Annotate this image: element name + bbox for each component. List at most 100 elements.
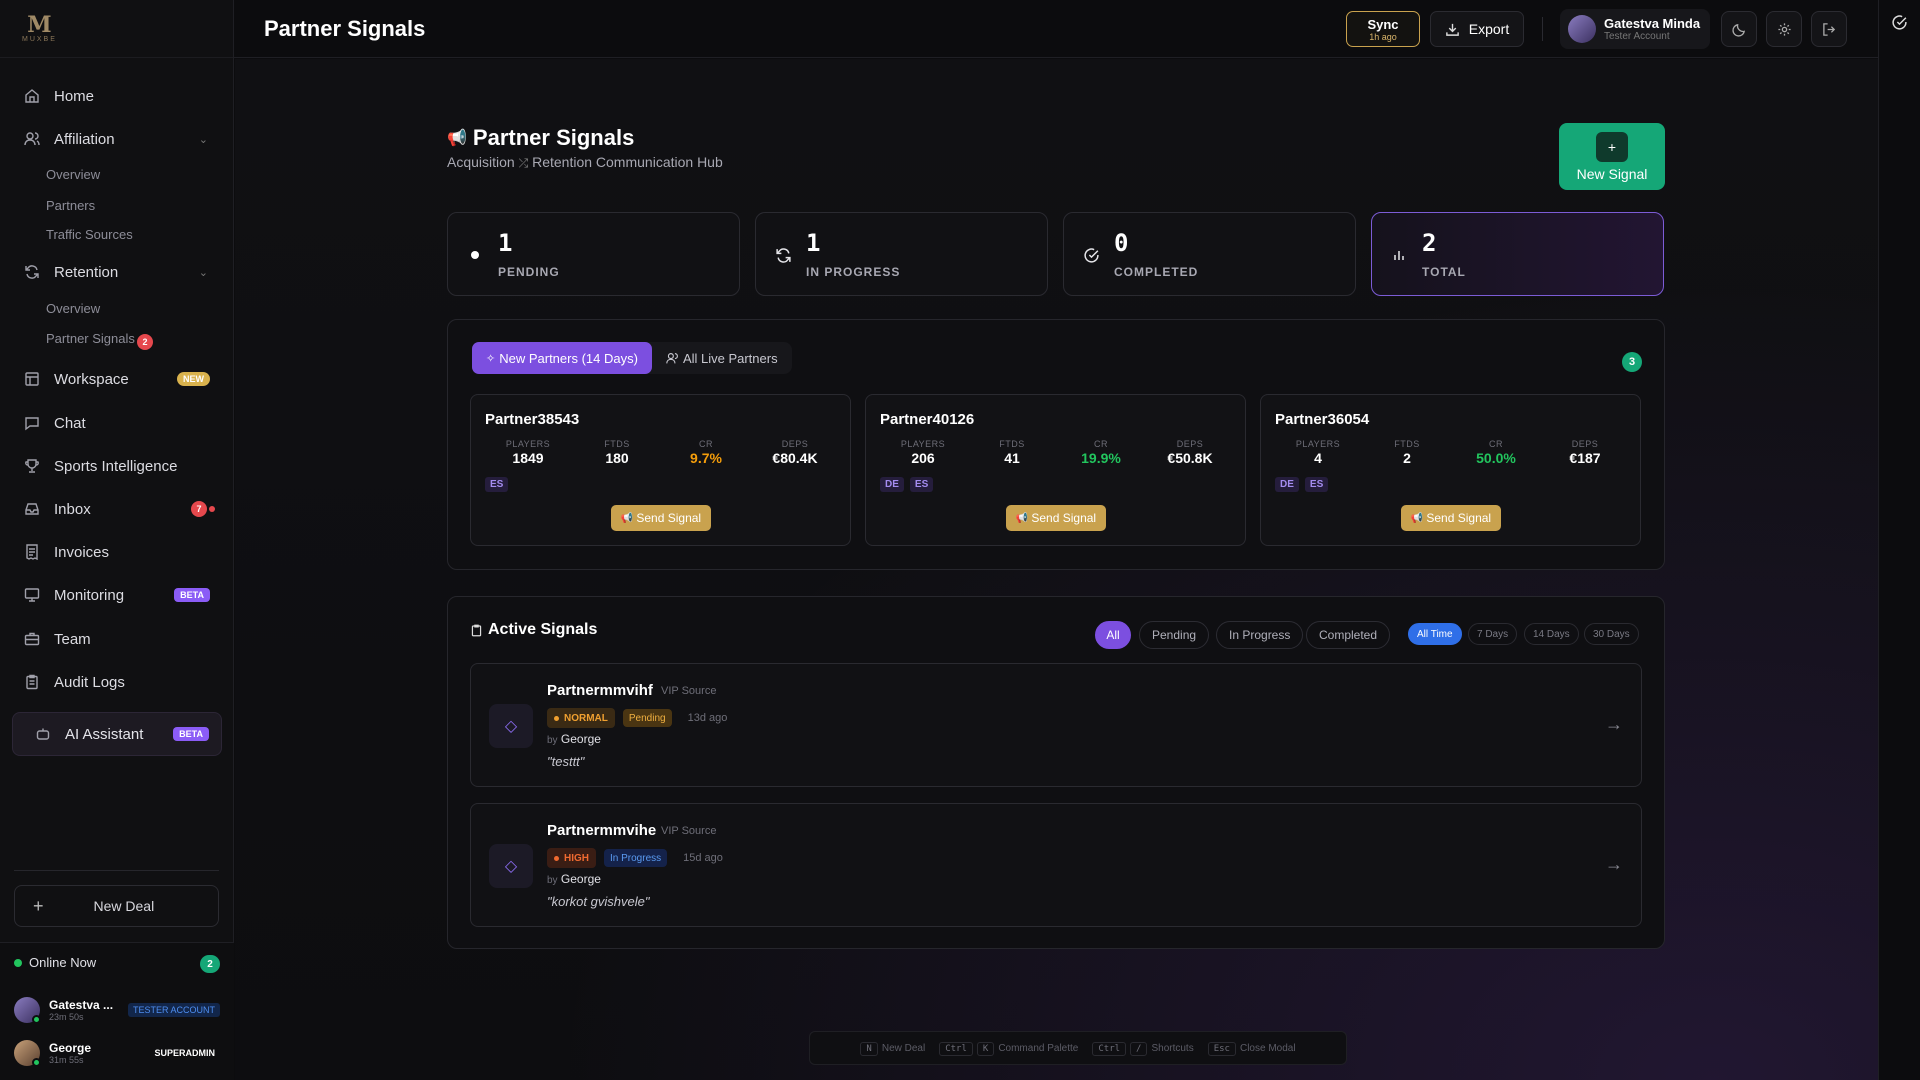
stat-value: 1 xyxy=(806,229,821,257)
filter-in-progress[interactable]: In Progress xyxy=(1216,621,1304,649)
shortcut-new-deal: N New Deal xyxy=(860,1041,925,1056)
sync-label: Sync xyxy=(1367,16,1399,32)
metric-cr: CR 19.9% xyxy=(1061,439,1141,466)
online-user-row[interactable]: George 31m 55s SUPERADMIN xyxy=(14,1040,220,1067)
gear-icon xyxy=(1777,22,1792,37)
metric-value: €50.8K xyxy=(1167,450,1213,466)
tab-all-live-partners[interactable]: All Live Partners xyxy=(652,342,792,374)
active-signals-panel: Active Signals All Pending In Progress C… xyxy=(447,596,1665,949)
online-user-row[interactable]: Gatestva ... 23m 50s TESTER ACCOUNT xyxy=(14,997,220,1024)
signal-author: by George xyxy=(547,732,601,746)
megaphone-icon: 📢 xyxy=(1015,512,1029,524)
filter-pending[interactable]: Pending xyxy=(1139,621,1210,649)
settings-button[interactable] xyxy=(1766,11,1802,47)
sidebar-sub-retention-overview[interactable]: Overview xyxy=(46,301,100,316)
logo-mark-icon: M xyxy=(27,12,52,38)
sidebar-item-retention[interactable]: Retention ⌄ xyxy=(12,254,222,290)
sidebar-item-team[interactable]: Team xyxy=(12,621,222,657)
divider xyxy=(14,870,219,871)
signal-row[interactable]: ◇ Partnermmvihf VIP Source NORMAL Pendin… xyxy=(470,663,1642,787)
sidebar-item-invoices[interactable]: Invoices xyxy=(12,534,222,570)
role-badge: TESTER ACCOUNT xyxy=(127,1003,220,1017)
tab-label: New Partners (14 Days) xyxy=(499,350,638,366)
signal-age: 13d ago xyxy=(687,712,728,724)
sidebar-item-workspace[interactable]: Workspace NEW xyxy=(12,361,222,397)
user-name: Gatestva Minda xyxy=(1604,16,1701,31)
refresh-icon xyxy=(24,264,40,280)
metric-label: PLAYERS xyxy=(1295,439,1341,449)
filter-completed[interactable]: Completed xyxy=(1306,621,1391,649)
signal-partner-name: Partnermmvihe xyxy=(547,822,657,839)
sidebar-item-affiliation[interactable]: Affiliation ⌄ xyxy=(12,121,222,157)
partner-card[interactable]: Partner36054 PLAYERS 4 FTDS 2 CR 50.0% DEPS… xyxy=(1260,394,1641,546)
sidebar-item-ai-assistant[interactable]: AI Assistant BETA xyxy=(12,712,222,756)
sidebar-sub-partner-signals[interactable]: Partner Signals xyxy=(46,331,135,346)
time-filter-30d[interactable]: 30 Days xyxy=(1584,623,1639,645)
send-signal-label: Send Signal xyxy=(1031,511,1097,525)
by-prefix: by xyxy=(547,875,558,886)
stat-label: COMPLETED xyxy=(1114,265,1199,279)
download-icon xyxy=(1445,22,1460,37)
sidebar-item-sports[interactable]: Sports Intelligence xyxy=(12,448,222,484)
beta-badge: BETA xyxy=(173,727,209,741)
shuffle-icon: ⤮ xyxy=(518,156,529,170)
user-role: Tester Account xyxy=(1604,31,1670,42)
metric-deps: DEPS €187 xyxy=(1545,439,1625,466)
sidebar-item-audit[interactable]: Audit Logs xyxy=(12,664,222,700)
sidebar-item-monitoring[interactable]: Monitoring BETA xyxy=(12,577,222,613)
users-icon xyxy=(666,352,679,365)
new-signal-button[interactable]: + New Signal xyxy=(1559,123,1665,190)
send-signal-button[interactable]: 📢 Send Signal xyxy=(1006,505,1106,531)
time-filter-14d[interactable]: 14 Days xyxy=(1524,623,1579,645)
sidebar-sub-partners[interactable]: Partners xyxy=(46,198,95,213)
geo-tag: ES xyxy=(485,477,509,492)
signal-partner-name: Partnermmvihf xyxy=(547,682,653,699)
time-filter-7d[interactable]: 7 Days xyxy=(1468,623,1518,645)
sidebar-item-label: Audit Logs xyxy=(54,673,125,691)
sync-button[interactable]: Sync 1h ago xyxy=(1346,11,1420,47)
send-signal-label: Send Signal xyxy=(1426,511,1492,525)
dot-icon xyxy=(466,246,484,264)
sidebar-item-inbox[interactable]: Inbox 7 xyxy=(12,491,222,527)
partner-count-badge: 3 xyxy=(1622,352,1642,372)
sidebar-item-home[interactable]: Home xyxy=(12,78,222,114)
sidebar-item-label: Monitoring xyxy=(54,586,125,604)
sidebar-sub-affiliation-overview[interactable]: Overview xyxy=(46,167,100,182)
divider xyxy=(1542,17,1543,41)
diamond-icon: ◇ xyxy=(489,844,533,888)
time-filter-all[interactable]: All Time xyxy=(1408,623,1462,645)
megaphone-icon: 📢 xyxy=(447,130,467,147)
online-count-badge: 2 xyxy=(200,955,220,973)
partner-card[interactable]: Partner38543 PLAYERS 1849 FTDS 180 CR 9.7% … xyxy=(470,394,851,546)
filter-all[interactable]: All xyxy=(1095,621,1131,649)
send-signal-button[interactable]: 📢 Send Signal xyxy=(611,505,711,531)
geo-tags: ES xyxy=(485,477,509,492)
arrow-right-icon[interactable]: → xyxy=(1605,854,1623,875)
page-subtitle-a: Acquisition xyxy=(447,154,515,170)
keyboard-shortcuts-bar: N New Deal Ctrl K Command Palette Ctrl / Shor… xyxy=(809,1031,1347,1065)
new-deal-button[interactable]: + New Deal xyxy=(14,885,219,927)
logout-button[interactable] xyxy=(1811,11,1847,47)
sidebar-item-label: Chat xyxy=(54,414,86,432)
send-signal-button[interactable]: 📢 Send Signal xyxy=(1401,505,1501,531)
online-dot-icon xyxy=(32,1015,41,1024)
tab-new-partners[interactable]: ✧ New Partners (14 Days) xyxy=(472,342,652,374)
check-circle-icon[interactable] xyxy=(1891,14,1908,31)
status-badge: In Progress xyxy=(604,849,668,867)
user-menu[interactable]: Gatestva Minda Tester Account xyxy=(1560,9,1710,49)
avatar xyxy=(1568,15,1596,43)
signal-author: by George xyxy=(547,872,601,886)
sidebar-item-chat[interactable]: Chat xyxy=(12,405,222,441)
signal-row[interactable]: ◇ Partnermmvihe VIP Source HIGH In Progr… xyxy=(470,803,1642,927)
sidebar-sub-traffic-sources[interactable]: Traffic Sources xyxy=(46,227,133,242)
partner-card[interactable]: Partner40126 PLAYERS 206 FTDS 41 CR 19.9% D… xyxy=(865,394,1246,546)
priority-label: NORMAL xyxy=(564,712,608,724)
theme-toggle-button[interactable] xyxy=(1721,11,1757,47)
online-user-name: George xyxy=(49,1041,92,1055)
logo[interactable]: M MUXBE xyxy=(0,0,233,58)
partner-name: Partner38543 xyxy=(485,411,580,428)
export-button[interactable]: Export xyxy=(1430,11,1524,47)
metric-ftds: FTDS 180 xyxy=(577,439,657,466)
moon-icon xyxy=(1731,22,1747,37)
arrow-right-icon[interactable]: → xyxy=(1605,714,1623,735)
